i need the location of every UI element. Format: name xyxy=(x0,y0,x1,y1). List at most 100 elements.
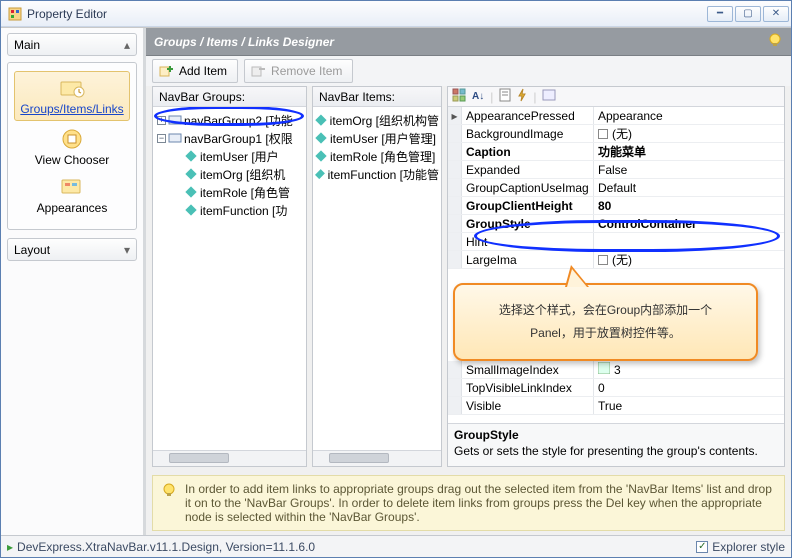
property-value[interactable]: 功能菜单 xyxy=(594,143,784,160)
image-icon xyxy=(598,362,610,377)
item-icon xyxy=(315,132,326,143)
list-item[interactable]: itemFunction [功能管 xyxy=(315,165,439,183)
property-value[interactable]: (无) xyxy=(594,125,784,142)
sidebar-nav-main: Groups/Items/Links View Chooser Appearan… xyxy=(7,62,137,230)
property-grid-toolbar: A↓ | | xyxy=(448,87,784,107)
property-name: Caption xyxy=(462,143,594,160)
horizontal-scrollbar[interactable] xyxy=(153,450,306,466)
sidebar: Main ▴ Groups/Items/Links View Chooser xyxy=(1,28,146,535)
property-row[interactable]: SmallImageIndex3 xyxy=(448,361,784,379)
property-row[interactable]: ▸AppearancePressedAppearance xyxy=(448,107,784,125)
tree-node-group1[interactable]: − navBarGroup1 [权限 xyxy=(155,129,304,147)
chevron-up-icon: ▴ xyxy=(124,38,130,52)
sidebar-item-label: Groups/Items/Links xyxy=(20,102,123,116)
tree-node-item[interactable]: itemRole [角色管 xyxy=(155,183,304,201)
collapse-icon[interactable]: − xyxy=(157,134,166,143)
button-label: Remove Item xyxy=(271,64,342,78)
minus-icon xyxy=(251,64,265,78)
property-value[interactable] xyxy=(594,233,784,250)
property-value[interactable]: 0 xyxy=(594,379,784,396)
sidebar-section-layout[interactable]: Layout ▾ xyxy=(7,238,137,261)
list-item[interactable]: itemRole [角色管理] xyxy=(315,147,439,165)
property-row[interactable]: TopVisibleLinkIndex0 xyxy=(448,379,784,397)
property-description: GroupStyle Gets or sets the style for pr… xyxy=(448,423,784,466)
property-name: GroupStyle xyxy=(462,215,594,232)
property-row[interactable]: GroupClientHeight80 xyxy=(448,197,784,215)
property-value[interactable]: Default xyxy=(594,179,784,196)
bulb-icon xyxy=(161,482,177,524)
tree-node-item[interactable]: itemOrg [组织机 xyxy=(155,165,304,183)
row-gutter: ▸ xyxy=(448,107,462,124)
property-row[interactable]: ExpandedFalse xyxy=(448,161,784,179)
sidebar-item-appearances[interactable]: Appearances xyxy=(8,171,136,219)
add-item-button[interactable]: Add Item xyxy=(152,59,238,83)
property-value[interactable]: 80 xyxy=(594,197,784,214)
callout-line1: 选择这个样式，会在Group内部添加一个 xyxy=(469,299,742,322)
titlebar[interactable]: Property Editor ━ ▢ ✕ xyxy=(1,1,791,27)
designer-title: Groups / Items / Links Designer xyxy=(154,35,334,49)
tree-node-label: navBarGroup1 [权限 xyxy=(184,130,293,147)
navbar-groups-panel: NavBar Groups: + navBarGroup2 [功能 − navB… xyxy=(152,86,307,467)
properties-icon[interactable] xyxy=(499,88,511,105)
tree-node-item[interactable]: itemUser [用户 xyxy=(155,147,304,165)
property-pages-icon[interactable] xyxy=(542,89,556,104)
appearance-icon xyxy=(58,175,86,199)
property-value[interactable]: ControlContainer xyxy=(594,215,784,232)
property-row[interactable]: Hint xyxy=(448,233,784,251)
minimize-button[interactable]: ━ xyxy=(707,6,733,22)
events-icon[interactable] xyxy=(517,88,527,105)
list-item[interactable]: itemOrg [组织机构管 xyxy=(315,111,439,129)
property-row[interactable]: GroupCaptionUseImagDefault xyxy=(448,179,784,197)
property-value[interactable]: False xyxy=(594,161,784,178)
scrollbar-thumb[interactable] xyxy=(329,453,389,463)
property-value[interactable]: (无) xyxy=(594,251,784,268)
status-left: DevExpress.XtraNavBar.v11.1.Design, Vers… xyxy=(17,540,315,554)
list-item-label: itemOrg [组织机构管 xyxy=(330,112,439,129)
horizontal-scrollbar[interactable] xyxy=(313,450,441,466)
property-value[interactable]: True xyxy=(594,397,784,414)
property-row[interactable]: VisibleTrue xyxy=(448,397,784,415)
tree-node-group2[interactable]: + navBarGroup2 [功能 xyxy=(155,111,304,129)
property-name: AppearancePressed xyxy=(462,107,594,124)
tree-node-label: itemRole [角色管 xyxy=(200,184,290,201)
expand-icon[interactable]: + xyxy=(157,116,166,125)
list-item-label: itemRole [角色管理] xyxy=(330,148,435,165)
tree-node-item[interactable]: itemFunction [功 xyxy=(155,201,304,219)
property-name: Hint xyxy=(462,233,594,250)
property-row[interactable]: BackgroundImage(无) xyxy=(448,125,784,143)
button-label: Add Item xyxy=(179,64,227,78)
sidebar-item-groups-items-links[interactable]: Groups/Items/Links xyxy=(14,71,130,121)
status-right: ✓ Explorer style xyxy=(696,540,785,554)
property-value[interactable]: 3 xyxy=(594,361,784,378)
property-row[interactable]: LargeIma(无) xyxy=(448,251,784,269)
tree-node-label: navBarGroup2 [功能 xyxy=(184,112,293,129)
row-gutter xyxy=(448,379,462,396)
designer-header: Groups / Items / Links Designer xyxy=(146,28,791,56)
property-grid-panel: A↓ | | ▸AppearancePressedAppearanceBackg… xyxy=(447,86,785,467)
sidebar-section-main[interactable]: Main ▴ xyxy=(7,33,137,56)
remove-item-button[interactable]: Remove Item xyxy=(244,59,353,83)
sidebar-item-view-chooser[interactable]: View Chooser xyxy=(8,123,136,171)
annotation-callout: 选择这个样式，会在Group内部添加一个 Panel，用于放置树控件等。 xyxy=(453,283,758,361)
row-gutter xyxy=(448,361,462,378)
explorer-style-checkbox[interactable]: ✓ xyxy=(696,541,708,553)
row-gutter xyxy=(448,125,462,142)
close-button[interactable]: ✕ xyxy=(763,6,789,22)
item-icon xyxy=(315,169,325,179)
row-gutter xyxy=(448,143,462,160)
categorized-icon[interactable] xyxy=(452,88,466,105)
maximize-button[interactable]: ▢ xyxy=(735,6,761,22)
property-desc-title: GroupStyle xyxy=(454,428,778,442)
list-item[interactable]: itemUser [用户管理] xyxy=(315,129,439,147)
row-gutter xyxy=(448,233,462,250)
property-row[interactable]: Caption功能菜单 xyxy=(448,143,784,161)
scrollbar-thumb[interactable] xyxy=(169,453,229,463)
alphabetical-icon[interactable]: A↓ xyxy=(472,91,484,102)
row-gutter xyxy=(448,161,462,178)
property-grid[interactable]: ▸AppearancePressedAppearanceBackgroundIm… xyxy=(448,107,784,423)
groups-tree[interactable]: + navBarGroup2 [功能 − navBarGroup1 [权限 it… xyxy=(153,107,306,450)
property-row[interactable]: GroupStyleControlContainer xyxy=(448,215,784,233)
items-list[interactable]: itemOrg [组织机构管 itemUser [用户管理] itemRole … xyxy=(313,107,441,450)
property-value[interactable]: Appearance xyxy=(594,107,784,124)
callout-line2: Panel，用于放置树控件等。 xyxy=(469,322,742,345)
